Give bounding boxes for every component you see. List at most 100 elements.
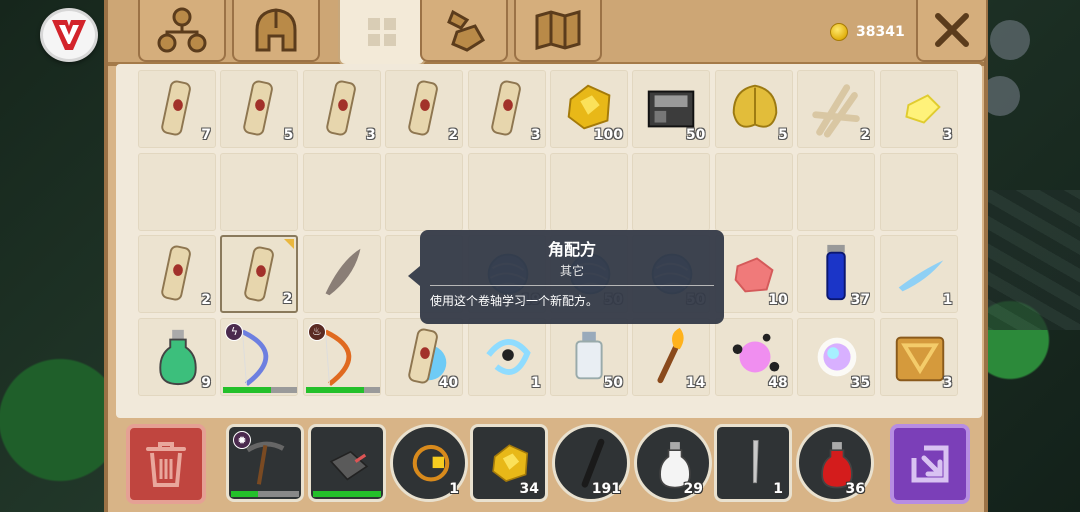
inventory-slot[interactable]: [632, 152, 711, 231]
tooltip-divider: [430, 285, 714, 286]
dark-feather-icon: [325, 248, 361, 296]
inventory-slot[interactable]: 40: [385, 317, 464, 396]
ore-icon: [447, 9, 486, 52]
inventory-slot[interactable]: 2: [138, 235, 216, 313]
green-potion-icon: [159, 329, 197, 385]
inventory-slot[interactable]: 3: [879, 317, 958, 396]
lightning-element-icon: ϟ: [225, 322, 244, 341]
inventory-slot[interactable]: 3: [467, 70, 546, 148]
inventory-slot[interactable]: 2: [220, 235, 299, 313]
gold-counter: 38341: [830, 20, 905, 44]
inventory-slot[interactable]: 3: [879, 70, 958, 148]
inventory-slot[interactable]: [467, 152, 546, 231]
inventory-slot[interactable]: [302, 235, 381, 313]
inventory-slot[interactable]: 9: [138, 317, 216, 396]
item-count: 34: [519, 481, 539, 497]
item-count: 29: [683, 481, 703, 497]
item-count: 2: [201, 292, 211, 308]
tooltip-title: 角配方: [547, 240, 596, 259]
inventory-slot[interactable]: [714, 152, 793, 231]
inventory-slot[interactable]: [220, 152, 299, 231]
item-count: 14: [685, 374, 706, 391]
tooltip-description: 使用这个卷轴学习一个新配方。: [430, 294, 599, 308]
item-count: 1: [530, 374, 541, 391]
durability-bar: [313, 491, 381, 497]
inventory-slot[interactable]: [302, 152, 381, 231]
item-count: 100: [593, 127, 623, 143]
item-count: 1: [773, 481, 783, 497]
inventory-slot[interactable]: 7: [138, 70, 216, 148]
inventory-slot[interactable]: 5: [714, 70, 793, 148]
recipe-scroll-icon: [161, 245, 191, 301]
item-count: 5: [283, 127, 294, 143]
inventory-slot[interactable]: 3: [302, 70, 381, 148]
inventory-slot[interactable]: 2: [385, 70, 464, 148]
inventory-slot[interactable]: 100: [549, 70, 628, 148]
inventory-slot[interactable]: 5: [220, 70, 299, 148]
tab-inventory[interactable]: [338, 0, 426, 66]
inventory-slot[interactable]: 14: [632, 317, 711, 396]
map-icon: [535, 10, 581, 50]
inventory-slot[interactable]: [549, 152, 628, 231]
trash-icon: [146, 442, 186, 487]
grid-icon: [368, 18, 396, 46]
tab-materials[interactable]: [420, 0, 508, 62]
helmet-icon: [255, 8, 297, 52]
tab-map[interactable]: [514, 0, 602, 62]
item-count: 1: [449, 481, 459, 497]
recipe-scroll-icon: [243, 80, 274, 136]
inventory-slot[interactable]: [797, 152, 876, 231]
inventory-slot[interactable]: 50: [549, 317, 628, 396]
skill-tree-icon: [157, 7, 207, 53]
hotbar-slot[interactable]: [308, 424, 386, 502]
item-tooltip: 角配方 其它 使用这个卷轴学习一个新配方。: [408, 230, 724, 324]
inventory-slot[interactable]: 37: [797, 235, 876, 313]
hotbar-slot[interactable]: 191: [552, 424, 630, 502]
hotbar-slot[interactable]: 29: [634, 424, 712, 502]
gauntlet-icon: [329, 450, 369, 481]
close-icon: [935, 13, 969, 47]
inventory-slot[interactable]: ♨: [302, 317, 381, 396]
item-count: 5: [777, 127, 788, 143]
inventory-slot[interactable]: [879, 152, 958, 231]
hotbar-slot[interactable]: 1: [390, 424, 468, 502]
game-logo-badge[interactable]: [40, 8, 98, 62]
hotbar-slot[interactable]: 1: [714, 424, 792, 502]
item-count: 3: [530, 127, 541, 143]
inventory-slot[interactable]: 1: [879, 235, 958, 313]
hotbar-slot[interactable]: ✹: [226, 424, 304, 502]
gold-coin-icon: [830, 23, 848, 41]
swap-button[interactable]: [890, 424, 970, 504]
inventory-slot[interactable]: 50: [632, 70, 711, 148]
item-count: 2: [282, 291, 293, 307]
item-count: 191: [591, 481, 621, 497]
inventory-slot[interactable]: 10: [714, 235, 793, 313]
inventory-slot[interactable]: 35: [797, 317, 876, 396]
inventory-slot[interactable]: [385, 152, 464, 231]
item-count: 2: [860, 127, 871, 143]
item-count: 9: [201, 374, 211, 391]
tab-crafting[interactable]: [138, 0, 226, 62]
yellow-crystal-icon: [904, 94, 941, 124]
durability-bar: [223, 386, 298, 393]
item-count: 3: [942, 127, 953, 143]
hotbar-slot[interactable]: 34: [470, 424, 548, 502]
item-count: 2: [448, 127, 459, 143]
item-count: 50: [685, 127, 706, 143]
item-count: 50: [603, 374, 623, 391]
frost-swirl-icon: [485, 338, 531, 375]
inventory-slot[interactable]: 1: [467, 317, 546, 396]
bottom-bar: ✹ 1 34 191 29 1 36: [108, 418, 984, 512]
inventory-slot[interactable]: ϟ: [220, 317, 299, 396]
hotbar-slot[interactable]: 36: [796, 424, 874, 502]
item-count: 3: [366, 127, 376, 143]
trash-button[interactable]: [126, 424, 206, 504]
inventory-slot[interactable]: 2: [797, 70, 876, 148]
tab-equipment[interactable]: [232, 0, 320, 62]
recipe-scroll-icon: [326, 80, 356, 136]
recipe-scroll-icon: [161, 80, 191, 136]
inventory-slot[interactable]: 48: [714, 317, 793, 396]
side-menu-button[interactable]: [990, 20, 1030, 60]
inventory-slot[interactable]: [138, 152, 216, 231]
close-button[interactable]: [916, 0, 988, 62]
